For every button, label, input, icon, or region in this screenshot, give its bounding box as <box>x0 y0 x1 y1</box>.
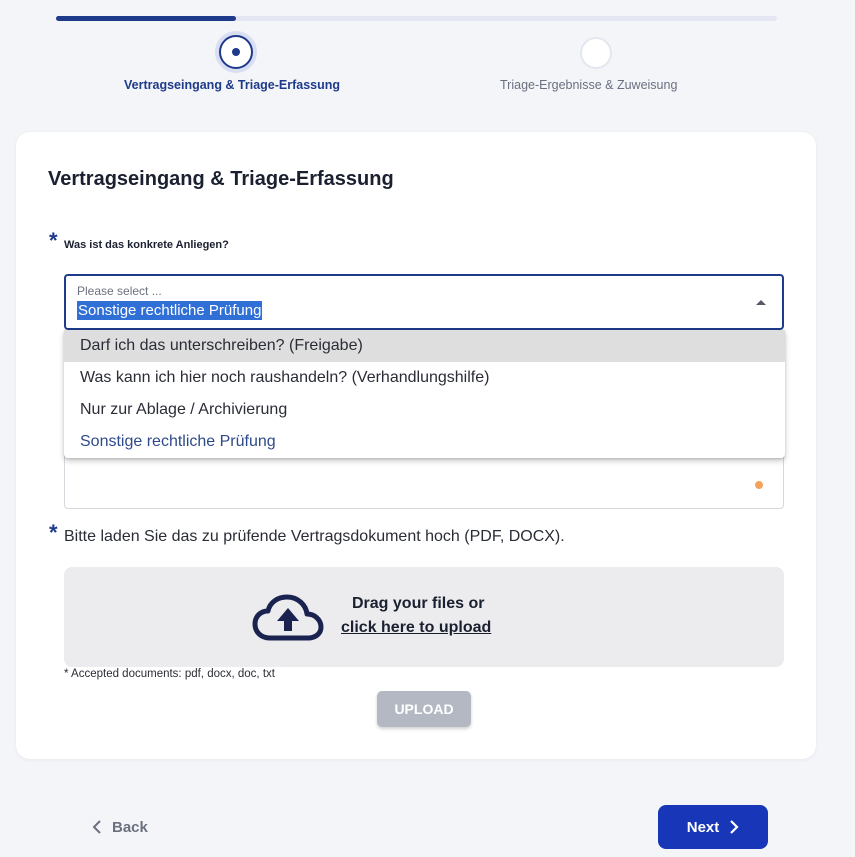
status-dot-icon <box>755 481 763 489</box>
upload-question-label: Bitte laden Sie das zu prüfende Vertrags… <box>64 528 565 545</box>
form-card: Vertragseingang & Triage-Erfassung * Was… <box>16 132 816 759</box>
back-button[interactable]: Back <box>92 815 148 839</box>
drop-text: Drag your files or <box>352 595 485 612</box>
chevron-left-icon <box>92 820 101 834</box>
step-2-label: Triage-Ergebnisse & Zuweisung <box>500 78 678 92</box>
page-title: Vertragseingang & Triage-Erfassung <box>48 168 394 190</box>
text-field[interactable] <box>64 450 784 509</box>
step-1-indicator[interactable] <box>219 35 253 69</box>
progress-track <box>56 16 777 21</box>
select-placeholder: Please select ... <box>77 284 162 298</box>
caret-up-icon[interactable] <box>756 300 766 305</box>
accepted-documents-note: * Accepted documents: pdf, docx, doc, tx… <box>64 668 275 680</box>
step-2-indicator[interactable] <box>580 37 612 69</box>
option-negotiation[interactable]: Was kann ich hier noch raushandeln? (Ver… <box>64 362 785 394</box>
step-active-dot <box>232 48 240 56</box>
progress-fill <box>56 16 237 21</box>
option-release[interactable]: Darf ich das unterschreiben? (Freigabe) <box>64 330 785 362</box>
question-label: Was ist das konkrete Anliegen? <box>64 239 229 251</box>
step-1-label: Vertragseingang & Triage-Erfassung <box>124 78 341 92</box>
file-drop-zone[interactable]: Drag your files or click here to upload <box>64 567 784 667</box>
option-archive[interactable]: Nur zur Ablage / Archivierung <box>64 394 785 426</box>
back-label: Back <box>112 818 148 836</box>
option-other-legal-review[interactable]: Sonstige rechtliche Prüfung <box>64 426 785 458</box>
select-dropdown: Darf ich das unterschreiben? (Freigabe) … <box>64 330 785 458</box>
required-asterisk-icon: * <box>49 520 58 545</box>
next-button[interactable]: Next <box>658 805 768 849</box>
upload-button[interactable]: UPLOAD <box>377 691 471 727</box>
chevron-right-icon <box>730 820 739 834</box>
next-label: Next <box>686 818 720 836</box>
click-to-upload-link[interactable]: click here to upload <box>341 619 491 637</box>
required-asterisk-icon: * <box>49 228 58 253</box>
concern-select[interactable]: Please select ... Sonstige rechtliche Pr… <box>64 274 784 330</box>
cloud-upload-icon <box>252 594 324 641</box>
select-value: Sonstige rechtliche Prüfung <box>77 301 263 320</box>
